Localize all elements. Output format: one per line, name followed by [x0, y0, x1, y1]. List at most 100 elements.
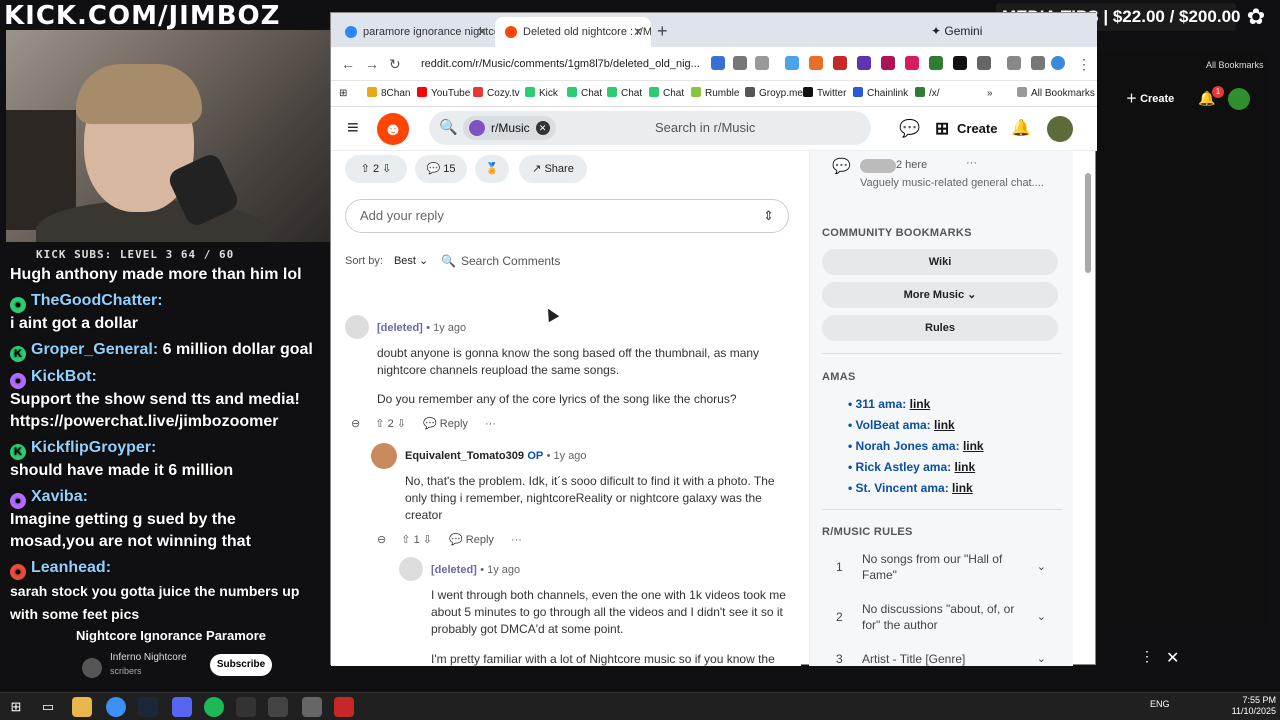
format-icon[interactable]: ⇕	[763, 200, 774, 232]
steam-icon[interactable]	[138, 697, 158, 717]
avatar[interactable]	[1228, 88, 1250, 110]
reddit-logo[interactable]: ☻	[377, 113, 409, 145]
spotify-icon[interactable]	[204, 697, 224, 717]
downvote-icon[interactable]: ⇩	[423, 534, 432, 546]
downvote-icon[interactable]: ⇩	[397, 418, 406, 430]
close-tab-icon[interactable]: ✕	[477, 17, 487, 47]
menu-dots-icon[interactable]: ⋮	[1077, 53, 1091, 75]
profile-icon[interactable]	[1051, 56, 1065, 70]
tab-reddit[interactable]: Deleted old nightcore : r/Music ✕	[495, 17, 651, 47]
notification-bell-icon[interactable]: 🔔	[1011, 118, 1031, 138]
search-comments-button[interactable]: 🔍 Search Comments	[435, 247, 575, 275]
close-icon[interactable]: ✕	[1166, 648, 1179, 668]
ama-link[interactable]: link	[952, 481, 973, 495]
clock[interactable]: 7:55 PM 11/10/2025	[1196, 695, 1276, 717]
apps-icon[interactable]: ⊞	[339, 85, 347, 103]
task-view-icon[interactable]: ▭	[38, 697, 58, 717]
create-button[interactable]: ⊞ Create	[935, 115, 997, 143]
bookmark-x[interactable]: /x/	[915, 85, 940, 103]
user-avatar[interactable]	[1047, 116, 1073, 142]
download-icon[interactable]	[1031, 56, 1045, 70]
back-icon[interactable]: ←	[341, 53, 355, 75]
upvote-icon[interactable]: ⇧	[361, 163, 370, 175]
extension-icon[interactable]	[711, 56, 725, 70]
bookmark-groyp[interactable]: Groyp.me	[745, 85, 803, 103]
app-icon[interactable]	[302, 697, 322, 717]
bookmark-chainlink[interactable]: Chainlink	[853, 85, 908, 103]
bookmark-8chan[interactable]: 8Chan	[367, 85, 410, 103]
comment-author[interactable]: Equivalent_Tomato309	[405, 450, 524, 462]
search-input[interactable]: 🔍 r/Music ✕ Search in r/Music	[429, 111, 871, 145]
sidebar-icon[interactable]	[1007, 56, 1021, 70]
zoom-icon[interactable]	[733, 56, 747, 70]
upvote-icon[interactable]: ⇧	[401, 534, 410, 546]
hamburger-menu-icon[interactable]: ≡	[347, 118, 365, 138]
bookmark-chat-1[interactable]: Chat	[567, 85, 602, 103]
extension-icon[interactable]	[809, 56, 823, 70]
rule-item[interactable]: 1 No songs from our "Hall of Fame" ⌄	[822, 551, 1058, 587]
collapse-icon[interactable]: ⊖	[377, 534, 386, 546]
ama-link[interactable]: link	[963, 439, 984, 453]
share-button[interactable]: ↗ Share	[519, 155, 587, 183]
reply-button[interactable]: 💬 Reply	[423, 418, 468, 430]
vote-control[interactable]: ⇧ 2 ⇩	[345, 155, 407, 183]
rule-item[interactable]: 2 No discussions "about, of, or for" the …	[822, 601, 1058, 637]
close-icon[interactable]: ✕	[535, 121, 550, 135]
bookmark-kick[interactable]: Kick	[525, 85, 558, 103]
upvote-icon[interactable]: ⇧	[375, 418, 384, 430]
file-explorer-icon[interactable]	[72, 697, 92, 717]
subscribe-button[interactable]: Subscribe	[210, 654, 272, 676]
tab-paramore[interactable]: paramore ignorance nightcore ✕	[335, 17, 495, 47]
more-options-icon[interactable]: ···	[966, 157, 977, 169]
forward-icon[interactable]: →	[365, 53, 379, 75]
subreddit-chip[interactable]: r/Music ✕	[463, 116, 556, 140]
app-icon[interactable]	[334, 697, 354, 717]
more-icon[interactable]: ⋮	[1140, 648, 1154, 665]
bookmark-youtube[interactable]: YouTube	[417, 85, 470, 103]
star-icon[interactable]	[755, 56, 769, 70]
url-input[interactable]: reddit.com/r/Music/comments/1gm8l7b/dele…	[421, 52, 701, 76]
downvote-icon[interactable]: ⇩	[382, 163, 391, 175]
extension-icon[interactable]	[881, 56, 895, 70]
close-tab-icon[interactable]: ✕	[633, 17, 643, 47]
reply-button[interactable]: 💬 Reply	[449, 534, 494, 546]
ama-link[interactable]: link	[934, 418, 955, 432]
collapse-icon[interactable]: ⊖	[351, 418, 360, 430]
bookmark-twitter[interactable]: Twitter	[803, 85, 846, 103]
x-icon[interactable]	[953, 56, 967, 70]
extension-icon[interactable]	[857, 56, 871, 70]
bookmark-wiki-button[interactable]: Wiki	[822, 249, 1058, 275]
bookmark-chat-3[interactable]: Chat	[649, 85, 684, 103]
all-bookmarks-link[interactable]: All Bookmarks	[1206, 60, 1264, 70]
gemini-button[interactable]: ✦ Gemini	[931, 19, 1011, 43]
reload-icon[interactable]: ↻	[389, 53, 401, 75]
extension-icon[interactable]	[929, 56, 943, 70]
more-options-icon[interactable]: ···	[485, 418, 496, 430]
more-options-icon[interactable]: ···	[511, 534, 522, 546]
youtube-create-button[interactable]: ＋ Create	[1126, 88, 1182, 110]
award-button[interactable]: 🏅	[475, 155, 509, 183]
chrome-icon[interactable]	[106, 697, 126, 717]
app-icon[interactable]	[236, 697, 256, 717]
windows-start-icon[interactable]: ⊞	[6, 697, 26, 717]
app-icon[interactable]	[268, 697, 288, 717]
scrollbar[interactable]	[1085, 173, 1091, 273]
language-indicator[interactable]: ENG	[1150, 699, 1170, 709]
bookmark-chat-2[interactable]: Chat	[607, 85, 642, 103]
all-bookmarks[interactable]: All Bookmarks	[1017, 85, 1095, 103]
bookmark-cozy[interactable]: Cozy.tv	[473, 85, 520, 103]
extension-icon[interactable]	[905, 56, 919, 70]
rule-item[interactable]: 3 Artist - Title [Genre] ⌄	[822, 651, 1058, 666]
comments-button[interactable]: 💬 15	[415, 155, 467, 183]
discord-icon[interactable]	[172, 697, 192, 717]
extensions-icon[interactable]	[977, 56, 991, 70]
chevron-down-icon[interactable]: ⌄	[1037, 559, 1046, 575]
bookmark-rules-button[interactable]: Rules	[822, 315, 1058, 341]
comment-author[interactable]: [deleted]	[377, 322, 423, 334]
sort-dropdown[interactable]: Best ⌄	[394, 255, 428, 267]
chat-icon[interactable]: 💬	[899, 119, 920, 139]
comment-author[interactable]: [deleted]	[431, 564, 477, 576]
more-bookmarks-icon[interactable]: »	[987, 85, 993, 103]
ama-link[interactable]: link	[955, 460, 976, 474]
extension-icon[interactable]	[833, 56, 847, 70]
